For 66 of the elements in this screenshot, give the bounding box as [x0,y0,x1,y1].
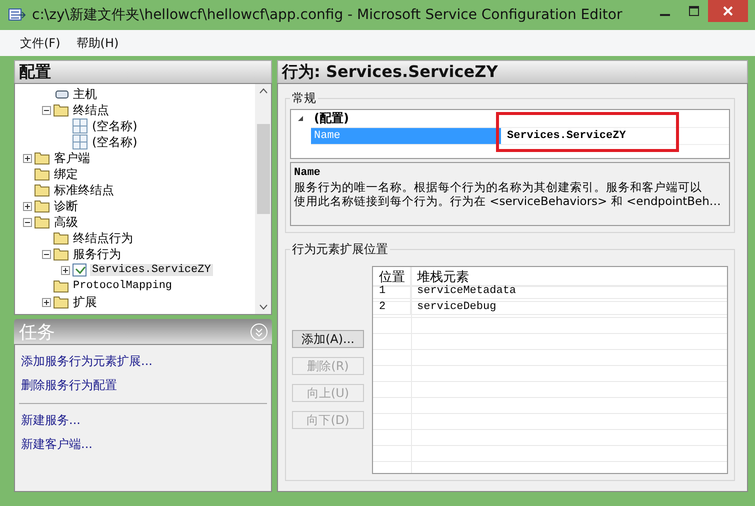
expand-icon[interactable] [23,154,32,162]
collapse-icon[interactable] [42,106,51,114]
folder-icon [53,103,69,117]
description-title: Name [294,166,322,180]
tree-item[interactable]: 客户端 [52,150,92,166]
tree-item[interactable]: 扩展 [71,294,99,310]
tree-item[interactable]: 诊断 [52,198,80,214]
close-button[interactable] [708,0,748,22]
tree-item[interactable]: 高级 [52,214,80,230]
folder-icon [53,231,69,245]
description-text: 服务行为的唯一名称。根据每个行为的名称为其创建索引。服务和客户端可以 [294,180,703,194]
category-label: (配置) [314,110,349,127]
table-cell: serviceDebug [411,299,727,315]
grid-icon [72,118,88,134]
tree-item[interactable]: ProtocolMapping [71,280,174,292]
folder-icon [34,215,50,229]
task-link[interactable]: 添加服务行为元素扩展... [19,349,152,373]
tree-item[interactable]: (空名称) [90,134,140,150]
expand-icon[interactable] [23,202,32,210]
collapse-icon[interactable] [42,250,51,258]
collapse-icon[interactable] [297,115,304,122]
group-title: 常规 [291,90,317,107]
scroll-thumb[interactable] [256,124,270,214]
description-text: 使用此名称链接到每个行为。行为在 <serviceBehaviors> 和 <endpointBeh… [294,194,722,208]
folder-icon [34,151,50,165]
tree-item[interactable]: 绑定 [52,166,80,182]
minimize-icon [660,14,670,16]
tree-item[interactable]: (空名称) [90,118,140,134]
tree-item[interactable]: Services.ServiceZY [90,264,213,276]
task-link[interactable]: 新建服务... [19,408,80,432]
window-title: c:\zy\新建文件夹\hellowcf\hellowcf\app.config - Microsoft Service Configuration Editor [32,6,622,24]
folder-icon [34,183,50,197]
expand-icon[interactable] [61,266,70,274]
folder-icon [53,295,69,309]
panel-header: 任务 [19,320,55,344]
scroll-down-icon[interactable] [258,304,268,310]
group-title: 行为元素扩展位置 [291,241,389,258]
menu-item[interactable]: 帮助(H) [70,32,125,54]
folder-icon [34,167,50,181]
app-icon [8,7,26,23]
close-icon [723,6,733,16]
tree-item[interactable]: 主机 [71,86,99,102]
tree-item[interactable]: 标准终结点 [52,182,116,198]
folder-icon [53,247,69,261]
table-cell: 2 [373,299,411,315]
folder-icon [53,279,69,293]
panel-header: 行为: Services.ServiceZY [277,60,748,83]
task-link[interactable]: 新建客户端... [19,432,92,456]
maximize-icon [688,6,698,16]
grid-icon [72,134,88,150]
folder-icon [34,199,50,213]
scroll-up-icon[interactable] [258,88,268,94]
table-cell: serviceMetadata [411,283,727,299]
action-button[interactable]: 添加(A)... [292,330,364,348]
tree-item[interactable]: 服务行为 [71,246,123,262]
tree-item[interactable]: 终结点 [71,102,111,118]
table-cell: 1 [373,283,411,299]
panel-header: 配置 [14,60,272,83]
collapse-icon[interactable] [23,218,32,226]
column-header[interactable]: 位置 [373,267,411,287]
behavior-icon [72,263,88,277]
property-value[interactable]: Services.ServiceZY [501,128,729,144]
menu-item[interactable]: 文件(F) [14,32,66,54]
task-link[interactable]: 删除服务行为配置 [19,373,117,397]
tree-item[interactable]: 终结点行为 [71,230,135,246]
expand-icon[interactable] [42,298,51,306]
